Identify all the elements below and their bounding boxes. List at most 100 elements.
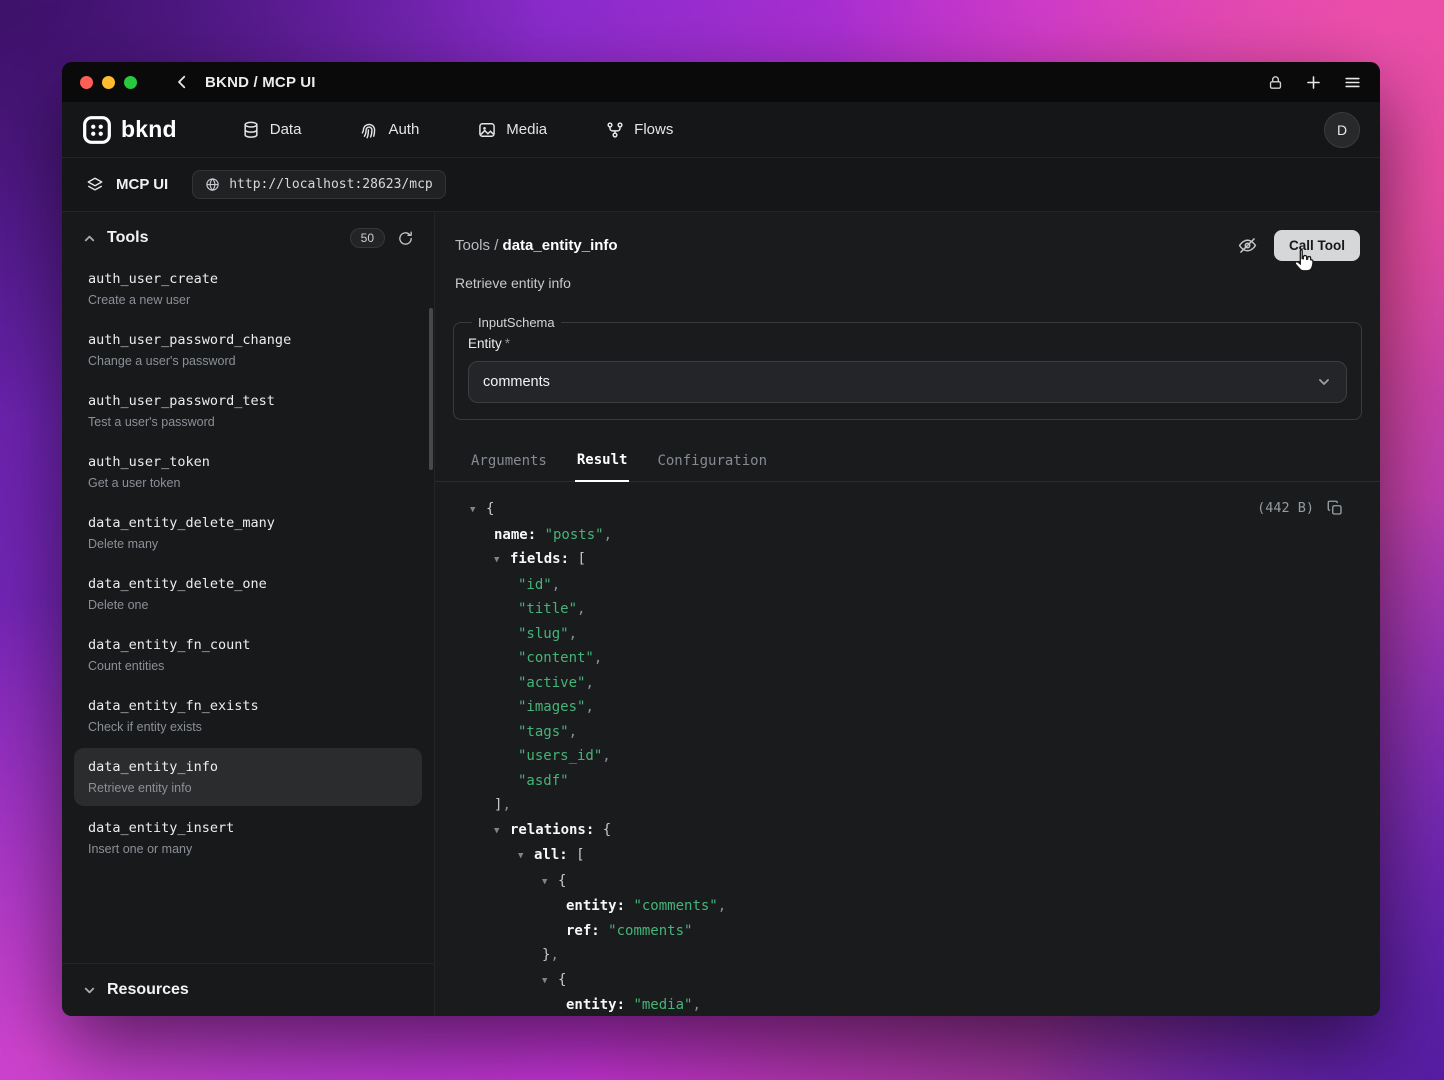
breadcrumb-current: data_entity_info	[503, 237, 618, 254]
mcp-ui-icon	[86, 176, 104, 194]
nav-item-auth[interactable]: Auth	[359, 120, 419, 140]
tool-name: auth_user_create	[88, 271, 408, 287]
tool-list-item[interactable]: auth_user_create Create a new user	[74, 260, 422, 318]
close-window-button[interactable]	[80, 76, 93, 89]
nav-item-flows[interactable]: Flows	[605, 120, 673, 140]
json-toggle-icon[interactable]: ▼	[518, 844, 534, 869]
tool-list-item[interactable]: data_entity_delete_many Delete many	[74, 504, 422, 562]
entity-select[interactable]: comments	[468, 361, 1347, 403]
tool-desc: Delete many	[88, 537, 408, 551]
nav-label: Flows	[634, 121, 673, 138]
call-tool-wrap: Call Tool	[1274, 230, 1360, 261]
window-controls	[80, 76, 137, 89]
titlebar-actions	[1267, 73, 1362, 92]
tool-desc: Create a new user	[88, 293, 408, 307]
json-line: ],	[470, 793, 1360, 818]
input-schema-legend: InputSchema	[472, 315, 561, 330]
minimize-window-button[interactable]	[102, 76, 115, 89]
json-line: ref: "comments"	[470, 919, 1360, 944]
zoom-window-button[interactable]	[124, 76, 137, 89]
entity-select-value: comments	[483, 374, 550, 390]
menu-button[interactable]	[1343, 73, 1362, 92]
json-line: ▼all: [	[470, 843, 1360, 869]
tools-header-actions: 50	[350, 228, 414, 248]
json-toggle-icon[interactable]: ▼	[542, 870, 558, 895]
json-line: name: "posts",	[470, 523, 1360, 548]
json-line: entity: "comments",	[470, 894, 1360, 919]
tool-desc: Check if entity exists	[88, 720, 408, 734]
window-title: BKND / MCP UI	[205, 74, 316, 91]
tool-list-item[interactable]: data_entity_info Retrieve entity info	[74, 748, 422, 806]
tool-name: auth_user_password_test	[88, 393, 408, 409]
tool-list-item[interactable]: data_entity_fn_exists Check if entity ex…	[74, 687, 422, 745]
tool-desc: Change a user's password	[88, 354, 408, 368]
tool-list-item[interactable]: data_entity_delete_one Delete one	[74, 565, 422, 623]
nav-item-data[interactable]: Data	[241, 120, 302, 140]
nav-item-media[interactable]: Media	[477, 120, 547, 140]
nav-label: Auth	[388, 121, 419, 138]
resources-section-header[interactable]: Resources	[62, 963, 434, 1016]
globe-icon	[205, 177, 220, 192]
lock-icon	[1267, 74, 1284, 91]
user-avatar[interactable]: D	[1324, 112, 1360, 148]
fingerprint-icon	[359, 120, 379, 140]
json-toggle-icon[interactable]: ▼	[470, 498, 486, 523]
desktop-background: { "window": { "titlebar": { "title": "BK…	[0, 0, 1444, 1080]
brand-logo[interactable]: bknd	[82, 115, 177, 145]
json-line: ▼{	[470, 869, 1360, 895]
breadcrumb-section[interactable]: Tools	[455, 237, 490, 254]
app-window: BKND / MCP UI bkn	[62, 62, 1380, 1016]
brand-name: bknd	[121, 116, 177, 143]
content-row: Tools 50 auth_user_create Create a new u…	[62, 212, 1380, 1016]
resources-section-title: Resources	[107, 981, 189, 999]
tool-list-item[interactable]: data_entity_insert Insert one or many	[74, 809, 422, 867]
tab-configuration[interactable]: Configuration	[655, 442, 769, 481]
image-icon	[477, 120, 497, 140]
json-line: ▼fields: [	[470, 547, 1360, 573]
tools-list: auth_user_create Create a new user auth_…	[62, 260, 434, 870]
tool-desc: Retrieve entity info	[88, 781, 408, 795]
tool-list-item[interactable]: data_entity_fn_count Count entities	[74, 626, 422, 684]
tool-list-item[interactable]: auth_user_token Get a user token	[74, 443, 422, 501]
json-toggle-icon[interactable]: ▼	[542, 969, 558, 994]
input-schema-fieldset: InputSchema Entity* comments	[453, 315, 1362, 420]
tools-section-header[interactable]: Tools 50	[62, 212, 434, 260]
tool-list-item[interactable]: auth_user_password_test Test a user's pa…	[74, 382, 422, 440]
json-line: "images",	[470, 695, 1360, 720]
tab-result[interactable]: Result	[575, 442, 630, 482]
json-lines: ▼{name: "posts",▼fields: ["id","title","…	[470, 497, 1360, 1016]
avatar-initial: D	[1337, 122, 1347, 138]
tools-count-badge: 50	[350, 228, 385, 248]
tool-desc: Count entities	[88, 659, 408, 673]
plus-icon	[1304, 73, 1323, 92]
refresh-tools-button[interactable]	[397, 230, 414, 247]
call-tool-button[interactable]: Call Tool	[1274, 230, 1360, 261]
new-tab-button[interactable]	[1304, 73, 1323, 92]
json-line: ▼{	[470, 968, 1360, 994]
json-meta: (442 B)	[1257, 499, 1344, 517]
json-line: "slug",	[470, 622, 1360, 647]
chevron-down-icon	[1316, 374, 1332, 390]
copy-icon	[1326, 499, 1344, 517]
required-asterisk: *	[505, 336, 510, 351]
entity-label-text: Entity	[468, 336, 502, 351]
sidebar-scrollbar-thumb[interactable]	[429, 308, 433, 470]
json-toggle-icon[interactable]: ▼	[494, 819, 510, 844]
flow-branch-icon	[605, 120, 625, 140]
database-icon	[241, 120, 261, 140]
mcp-url-pill[interactable]: http://localhost:28623/mcp	[192, 170, 446, 199]
tool-list-item[interactable]: auth_user_password_change Change a user'…	[74, 321, 422, 379]
app-header: bknd Data Auth Media	[62, 102, 1380, 158]
lock-button[interactable]	[1267, 74, 1284, 91]
json-toggle-icon[interactable]: ▼	[494, 548, 510, 573]
breadcrumb: Tools / data_entity_info	[455, 237, 618, 254]
tab-arguments[interactable]: Arguments	[469, 442, 549, 481]
back-button[interactable]	[173, 73, 191, 91]
watch-toggle-button[interactable]	[1237, 235, 1258, 256]
payload-size: (442 B)	[1257, 500, 1314, 516]
json-line: "users_id",	[470, 744, 1360, 769]
copy-button[interactable]	[1326, 499, 1344, 517]
tools-section-title: Tools	[107, 229, 148, 247]
hamburger-icon	[1343, 73, 1362, 92]
tool-name: data_entity_delete_many	[88, 515, 408, 531]
